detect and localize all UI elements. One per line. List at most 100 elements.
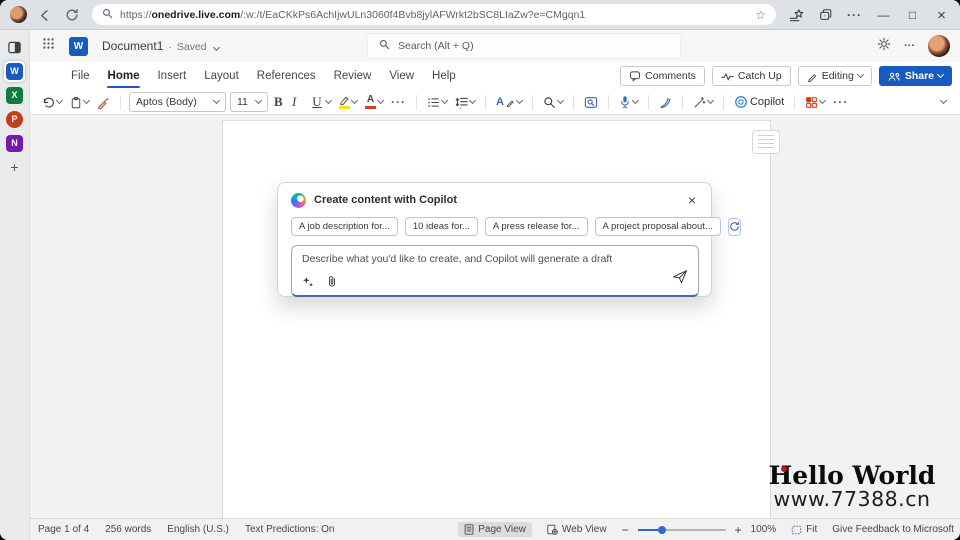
tab-layout[interactable]: Layout bbox=[195, 62, 248, 90]
tab-home[interactable]: Home bbox=[99, 62, 149, 90]
suggestion-chips: A job description for... 10 ideas for...… bbox=[278, 215, 741, 236]
sidebar-add-button[interactable]: + bbox=[10, 155, 18, 179]
tab-insert[interactable]: Insert bbox=[148, 62, 195, 90]
send-button[interactable] bbox=[672, 269, 688, 289]
page-count[interactable]: Page 1 of 4 bbox=[38, 524, 89, 535]
favorites-icon[interactable] bbox=[782, 0, 811, 30]
apps-button[interactable] bbox=[803, 96, 827, 109]
tab-view[interactable]: View bbox=[380, 62, 423, 90]
app-launcher-icon[interactable] bbox=[42, 37, 55, 55]
zoom-in-button[interactable]: + bbox=[735, 523, 742, 537]
collections-icon[interactable] bbox=[811, 0, 840, 30]
language-status[interactable]: English (U.S.) bbox=[167, 524, 229, 535]
word-count[interactable]: 256 words bbox=[105, 524, 151, 535]
close-button[interactable]: × bbox=[927, 0, 956, 30]
tab-help[interactable]: Help bbox=[423, 62, 465, 90]
zoom-level[interactable]: 100% bbox=[751, 524, 777, 535]
document-page[interactable] bbox=[222, 120, 771, 518]
zoom-out-button[interactable]: − bbox=[622, 523, 629, 537]
share-button[interactable]: Share bbox=[878, 66, 952, 86]
collapse-ribbon-icon[interactable] bbox=[939, 96, 948, 105]
chevron-down-icon bbox=[706, 96, 714, 105]
paperclip-icon[interactable] bbox=[326, 275, 338, 288]
zoom-slider[interactable] bbox=[637, 525, 726, 534]
divider bbox=[120, 94, 121, 110]
sidebar-item-excel[interactable]: X bbox=[6, 83, 23, 107]
editor-button[interactable] bbox=[657, 96, 674, 109]
refresh-icon[interactable] bbox=[62, 5, 82, 25]
bullets-button[interactable] bbox=[425, 96, 449, 109]
sidebar-item-onenote[interactable]: N bbox=[6, 131, 23, 155]
underline-button[interactable]: U bbox=[308, 94, 333, 110]
line-spacing-icon bbox=[455, 97, 468, 109]
dictate-button[interactable] bbox=[617, 95, 640, 109]
copilot-prompt-input[interactable]: Describe what you'd like to create, and … bbox=[291, 245, 699, 297]
sidebar-pane-icon[interactable] bbox=[7, 35, 22, 59]
font-more-button[interactable]: ··· bbox=[389, 95, 408, 109]
styles-button[interactable]: A bbox=[494, 96, 524, 108]
sidebar-item-word[interactable]: W bbox=[4, 59, 25, 83]
find-button[interactable] bbox=[541, 96, 565, 109]
sparkle-icon[interactable] bbox=[302, 276, 315, 288]
back-icon[interactable] bbox=[34, 5, 54, 25]
autoformat-button[interactable] bbox=[691, 96, 715, 109]
screen: https://onedrive.live.com/:w:/t/EaCKkPs6… bbox=[0, 0, 960, 540]
chip-ideas[interactable]: 10 ideas for... bbox=[404, 217, 478, 236]
fit-button[interactable]: Fit bbox=[785, 522, 823, 537]
minimize-button[interactable]: — bbox=[869, 0, 898, 30]
send-icon bbox=[672, 270, 688, 284]
paste-button[interactable] bbox=[68, 96, 91, 109]
address-bar[interactable]: https://onedrive.live.com/:w:/t/EaCKkPs6… bbox=[92, 4, 776, 25]
font-name-select[interactable]: Aptos (Body) bbox=[129, 92, 226, 112]
save-status[interactable]: Saved bbox=[177, 41, 207, 53]
bold-button[interactable]: B bbox=[272, 94, 286, 110]
comments-button[interactable]: Comments bbox=[620, 66, 705, 86]
line-spacing-button[interactable] bbox=[453, 96, 477, 109]
account-avatar[interactable] bbox=[928, 35, 950, 57]
search-box[interactable]: Search (Alt + Q) bbox=[368, 34, 680, 58]
bookmark-star-icon[interactable]: ☆ bbox=[755, 8, 766, 22]
text-predictions-status[interactable]: Text Predictions: On bbox=[245, 524, 334, 535]
pencil-icon bbox=[807, 73, 816, 82]
sidebar-item-powerpoint[interactable]: P bbox=[6, 107, 23, 131]
word-logo-icon[interactable]: W bbox=[69, 36, 88, 56]
page-view-button[interactable]: Page View bbox=[458, 522, 532, 537]
font-size-select[interactable]: 11 bbox=[230, 92, 268, 112]
search-document-icon bbox=[584, 96, 598, 108]
web-view-button[interactable]: Web View bbox=[541, 522, 613, 537]
search-icon bbox=[379, 39, 390, 53]
chip-job-description[interactable]: A job description for... bbox=[291, 217, 398, 236]
dialog-title: Create content with Copilot bbox=[314, 194, 457, 206]
document-title[interactable]: Document1 bbox=[102, 39, 163, 53]
chip-project-proposal[interactable]: A project proposal about... bbox=[594, 217, 721, 236]
font-color-button[interactable]: A bbox=[363, 95, 385, 109]
copilot-button[interactable]: Copilot bbox=[732, 95, 786, 109]
office-sidebar: W X P N + bbox=[0, 30, 30, 540]
italic-button[interactable]: I bbox=[290, 94, 304, 110]
divider bbox=[572, 94, 574, 110]
editing-mode-button[interactable]: Editing bbox=[797, 66, 872, 86]
tab-references[interactable]: References bbox=[248, 62, 325, 90]
chevron-down-icon[interactable] bbox=[212, 43, 220, 52]
feedback-link[interactable]: Give Feedback to Microsoft bbox=[832, 524, 954, 535]
maximize-button[interactable]: □ bbox=[898, 0, 927, 30]
document-canvas: Create content with Copilot × A job desc… bbox=[30, 115, 960, 518]
copilot-logo-icon bbox=[291, 192, 306, 208]
highlight-button[interactable] bbox=[337, 95, 359, 109]
browser-menu-icon[interactable]: ··· bbox=[840, 0, 869, 30]
comment-card[interactable] bbox=[752, 130, 780, 154]
settings-gear-icon[interactable] bbox=[877, 37, 891, 56]
dialog-close-icon[interactable]: × bbox=[685, 192, 699, 208]
tab-review[interactable]: Review bbox=[325, 62, 381, 90]
format-painter-button[interactable] bbox=[95, 96, 112, 109]
chip-press-release[interactable]: A press release for... bbox=[484, 217, 588, 236]
header-more-icon[interactable]: ··· bbox=[904, 40, 915, 52]
undo-button[interactable] bbox=[40, 96, 64, 109]
refresh-suggestions-button[interactable] bbox=[727, 217, 741, 236]
excel-app-icon: X bbox=[6, 86, 23, 104]
zoom-slider-knob[interactable] bbox=[657, 525, 666, 534]
toolbar-more-button[interactable]: ··· bbox=[831, 95, 850, 109]
search-document-button[interactable] bbox=[582, 96, 600, 109]
catch-up-button[interactable]: Catch Up bbox=[711, 66, 791, 86]
tab-file[interactable]: File bbox=[62, 62, 99, 90]
